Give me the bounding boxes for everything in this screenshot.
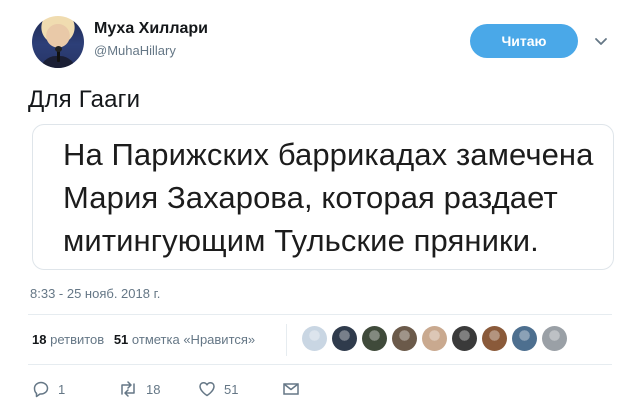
divider bbox=[28, 364, 612, 365]
quote-card: На Парижских баррикадах замечена Мария З… bbox=[32, 124, 614, 270]
author-name[interactable]: Муха Хиллари bbox=[94, 20, 208, 38]
avatar-6[interactable] bbox=[452, 326, 477, 351]
like-button[interactable]: 51 bbox=[198, 378, 238, 400]
retweet-count: 18 bbox=[146, 381, 161, 397]
retweet-icon bbox=[121, 381, 135, 397]
likes-stat[interactable]: 51 отметка «Нравится» bbox=[114, 332, 255, 347]
tweet-stats: 18 ретвитов 51 отметка «Нравится» bbox=[32, 324, 287, 356]
avatar-5[interactable] bbox=[422, 326, 447, 351]
like-count: 51 bbox=[224, 381, 239, 397]
avatar-4[interactable] bbox=[392, 326, 417, 351]
reply-button[interactable]: 1 bbox=[32, 378, 65, 400]
avatar-8[interactable] bbox=[512, 326, 537, 351]
envelope-icon bbox=[283, 383, 299, 395]
follow-button[interactable]: Читаю bbox=[470, 24, 578, 58]
author-avatar[interactable] bbox=[32, 16, 84, 68]
tweet-timestamp[interactable]: 8:33 - 25 нояб. 2018 г. bbox=[30, 286, 160, 301]
reply-icon bbox=[33, 381, 49, 398]
tweet-text: Для Гааги bbox=[28, 86, 141, 113]
avatar-9[interactable] bbox=[542, 326, 567, 351]
direct-message-button[interactable] bbox=[282, 378, 308, 400]
divider bbox=[28, 314, 612, 315]
author-handle[interactable]: @MuhaHillary bbox=[94, 43, 176, 58]
retweets-count: 18 bbox=[32, 332, 47, 347]
chevron-down-icon[interactable] bbox=[594, 34, 608, 48]
likes-count: 51 bbox=[113, 332, 129, 347]
likes-label: отметка «Нравится» bbox=[131, 332, 256, 347]
microphone-icon bbox=[55, 46, 62, 62]
quote-line: На Парижских баррикадах замечена bbox=[63, 137, 594, 172]
avatar-3[interactable] bbox=[362, 326, 387, 351]
retweets-label: ретвитов bbox=[50, 332, 105, 347]
heart-icon bbox=[199, 382, 215, 397]
reply-count: 1 bbox=[58, 381, 66, 397]
avatar-2[interactable] bbox=[332, 326, 357, 351]
stats-separator bbox=[286, 324, 287, 356]
avatar-7[interactable] bbox=[482, 326, 507, 351]
retweet-button[interactable]: 18 bbox=[118, 378, 160, 400]
retweets-stat[interactable]: 18 ретвитов bbox=[32, 332, 104, 347]
avatar-1[interactable] bbox=[302, 326, 327, 351]
quote-line: Мария Захарова, которая раздает bbox=[63, 180, 558, 215]
tweet-actions: 1 18 51 bbox=[32, 378, 332, 400]
quote-line: митингующим Тульские пряники. bbox=[63, 223, 539, 258]
likers-avatars bbox=[302, 326, 572, 352]
tweet-header: Муха Хиллари @MuhaHillary Читаю bbox=[28, 14, 608, 68]
